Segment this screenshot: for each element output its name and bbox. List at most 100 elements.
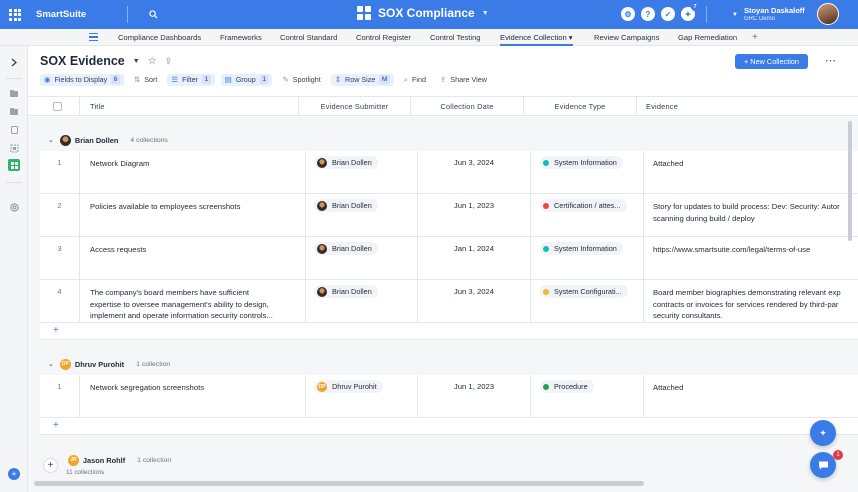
group-header[interactable]: ⌄ DP Dhruv Purohit 1 collection xyxy=(36,353,170,375)
group-count: 4 collections xyxy=(130,136,168,144)
add-icon[interactable]: + xyxy=(8,468,20,480)
evidence-cell[interactable]: Attached xyxy=(644,151,858,193)
add-table-icon[interactable]: + xyxy=(752,29,758,46)
title-cell[interactable]: Access requests xyxy=(80,237,306,279)
grid-app-icon[interactable] xyxy=(8,159,20,171)
evidence-line: Story for updates to build process: Dev:… xyxy=(653,202,840,211)
notification-count: 7 xyxy=(691,3,699,11)
menu-icon[interactable] xyxy=(89,33,98,41)
group-button[interactable]: ▤ Group 1 xyxy=(220,73,273,86)
user-avatar[interactable] xyxy=(817,3,839,25)
submitter-cell[interactable]: Brian Dollen xyxy=(306,280,418,322)
evidence-cell[interactable]: Board member biographies demonstrating r… xyxy=(644,280,858,322)
evidence-line: Board member biographies demonstrating r… xyxy=(653,288,841,297)
star-icon[interactable]: ☆ xyxy=(148,56,157,67)
notifications-icon[interactable]: ✦ 7 xyxy=(681,3,699,21)
evidence-cell[interactable]: Story for updates to build process: Dev:… xyxy=(644,194,858,236)
row-size-button[interactable]: ⇕ Row Size M xyxy=(330,73,394,86)
find-button[interactable]: ⌕ Find xyxy=(400,74,430,86)
record-group: ⌄ DP Dhruv Purohit 1 collection 1 Networ… xyxy=(36,353,858,439)
tab-compliance-dashboards[interactable]: Compliance Dashboards xyxy=(118,29,201,46)
tab-control-standard[interactable]: Control Standard xyxy=(280,29,337,46)
add-record-button[interactable]: + xyxy=(40,418,858,435)
type-cell[interactable]: System Information xyxy=(531,151,644,193)
view-title-text[interactable]: SOX Evidence xyxy=(40,54,125,68)
caret-down-icon[interactable]: ▼ xyxy=(133,58,140,65)
chevron-down-icon[interactable]: ⌄ xyxy=(48,136,54,144)
title-cell[interactable]: The company's board members have suffici… xyxy=(80,280,306,322)
date-cell[interactable]: Jan 1, 2024 xyxy=(418,237,531,279)
chevron-down-icon[interactable]: ⌄ xyxy=(48,360,54,368)
app-title[interactable]: SOX Compliance ▼ xyxy=(357,6,489,20)
table-row[interactable]: 1 Network segregation screenshots DP Dhru… xyxy=(40,375,858,418)
evidence-cell[interactable]: https://www.smartsuite.com/legal/terms-o… xyxy=(644,237,858,279)
chevron-right-icon[interactable] xyxy=(8,56,20,68)
date-cell[interactable]: Jun 1, 2023 xyxy=(418,194,531,236)
fields-to-display-button[interactable]: ◉ Fields to Display 6 xyxy=(40,73,124,86)
horizontal-scrollbar[interactable] xyxy=(34,481,644,486)
check-icon[interactable]: ✓ xyxy=(661,7,675,21)
evidence-cell[interactable]: Attached xyxy=(644,375,858,417)
table-row[interactable]: 4 The company's board members have suffi… xyxy=(40,280,858,323)
group-count: 1 collection xyxy=(137,456,172,464)
brand-name[interactable]: SmartSuite xyxy=(36,9,86,20)
column-header-type[interactable]: Evidence Type xyxy=(524,97,637,116)
folder-icon[interactable] xyxy=(8,88,20,100)
submitter-cell[interactable]: Brian Dollen xyxy=(306,151,418,193)
avatar xyxy=(317,286,327,297)
tab-review-campaigns[interactable]: Review Campaigns xyxy=(594,29,659,46)
ai-assistant-button[interactable]: ✦ xyxy=(810,420,836,446)
column-header-title[interactable]: Title xyxy=(80,97,299,116)
group-name: Dhruv Purohit xyxy=(74,359,125,369)
scan-icon[interactable] xyxy=(8,142,20,154)
user-menu[interactable]: ▼ Stoyan Daskaloff GRC Demo xyxy=(732,6,805,23)
title-cell[interactable]: Network Diagram xyxy=(80,151,306,193)
automation-icon[interactable]: ⚙ xyxy=(621,7,635,21)
status-dot xyxy=(543,383,549,390)
tab-gap-remediation[interactable]: Gap Remediation xyxy=(678,29,737,46)
spotlight-button[interactable]: ✎ Spotlight xyxy=(278,74,324,86)
submitter-cell[interactable]: Brian Dollen xyxy=(306,237,418,279)
tab-control-testing[interactable]: Control Testing xyxy=(430,29,481,46)
share-icon[interactable]: ⇪ xyxy=(165,56,173,67)
add-record-button[interactable]: + xyxy=(40,323,858,340)
column-header-evidence[interactable]: Evidence xyxy=(637,97,858,116)
add-record-icon[interactable]: + xyxy=(43,458,58,473)
app-launcher-icon[interactable] xyxy=(0,0,30,29)
type-cell[interactable]: System Configurati... xyxy=(531,280,644,322)
tab-control-register[interactable]: Control Register xyxy=(356,29,411,46)
date-cell[interactable]: Jun 3, 2024 xyxy=(418,151,531,193)
group-header[interactable]: ⌄ Brian Dollen 4 collections xyxy=(36,129,168,151)
folder-icon[interactable] xyxy=(8,106,20,118)
date-cell[interactable]: Jun 1, 2023 xyxy=(418,375,531,417)
type-cell[interactable]: Certification / attes... xyxy=(531,194,644,236)
column-header-submitter[interactable]: Evidence Submitter xyxy=(299,97,411,116)
help-icon[interactable]: ? xyxy=(641,7,655,21)
title-cell[interactable]: Policies available to employees screensh… xyxy=(80,194,306,236)
tab-evidence-collection[interactable]: Evidence Collection ▾ xyxy=(500,29,573,46)
title-cell[interactable]: Network segregation screenshots xyxy=(80,375,306,417)
type-cell[interactable]: Procedure xyxy=(531,375,644,417)
table-row[interactable]: 2 Policies available to employees screen… xyxy=(40,194,858,237)
more-options-icon[interactable]: ⋯ xyxy=(825,54,837,67)
date-cell[interactable]: Jun 3, 2024 xyxy=(418,280,531,322)
row-number: 1 xyxy=(40,151,80,193)
new-collection-button[interactable]: + New Collection xyxy=(735,54,808,69)
submitter-name: Brian Dollen xyxy=(332,201,372,210)
tab-frameworks[interactable]: Frameworks xyxy=(220,29,262,46)
submitter-cell[interactable]: DP Dhruv Purohit xyxy=(306,375,418,417)
column-header-date[interactable]: Collection Date xyxy=(411,97,524,116)
row-number: 1 xyxy=(40,375,80,417)
document-icon[interactable] xyxy=(8,124,20,136)
type-cell[interactable]: System Information xyxy=(531,237,644,279)
search-icon[interactable] xyxy=(146,8,160,22)
sort-button[interactable]: ⇅ Sort xyxy=(130,74,161,86)
submitter-cell[interactable]: Brian Dollen xyxy=(306,194,418,236)
filter-button[interactable]: ☰ Filter 1 xyxy=(167,73,215,86)
at-icon[interactable] xyxy=(8,201,20,213)
group-name: Jason Rohlf xyxy=(82,455,126,465)
share-view-button[interactable]: ⇪ Share View xyxy=(436,74,491,86)
vertical-scrollbar[interactable] xyxy=(848,121,852,241)
table-row[interactable]: 1 Network Diagram Brian Dollen Jun 3, 20… xyxy=(40,151,858,194)
table-row[interactable]: 3 Access requests Brian Dollen Jan 1, 20… xyxy=(40,237,858,280)
